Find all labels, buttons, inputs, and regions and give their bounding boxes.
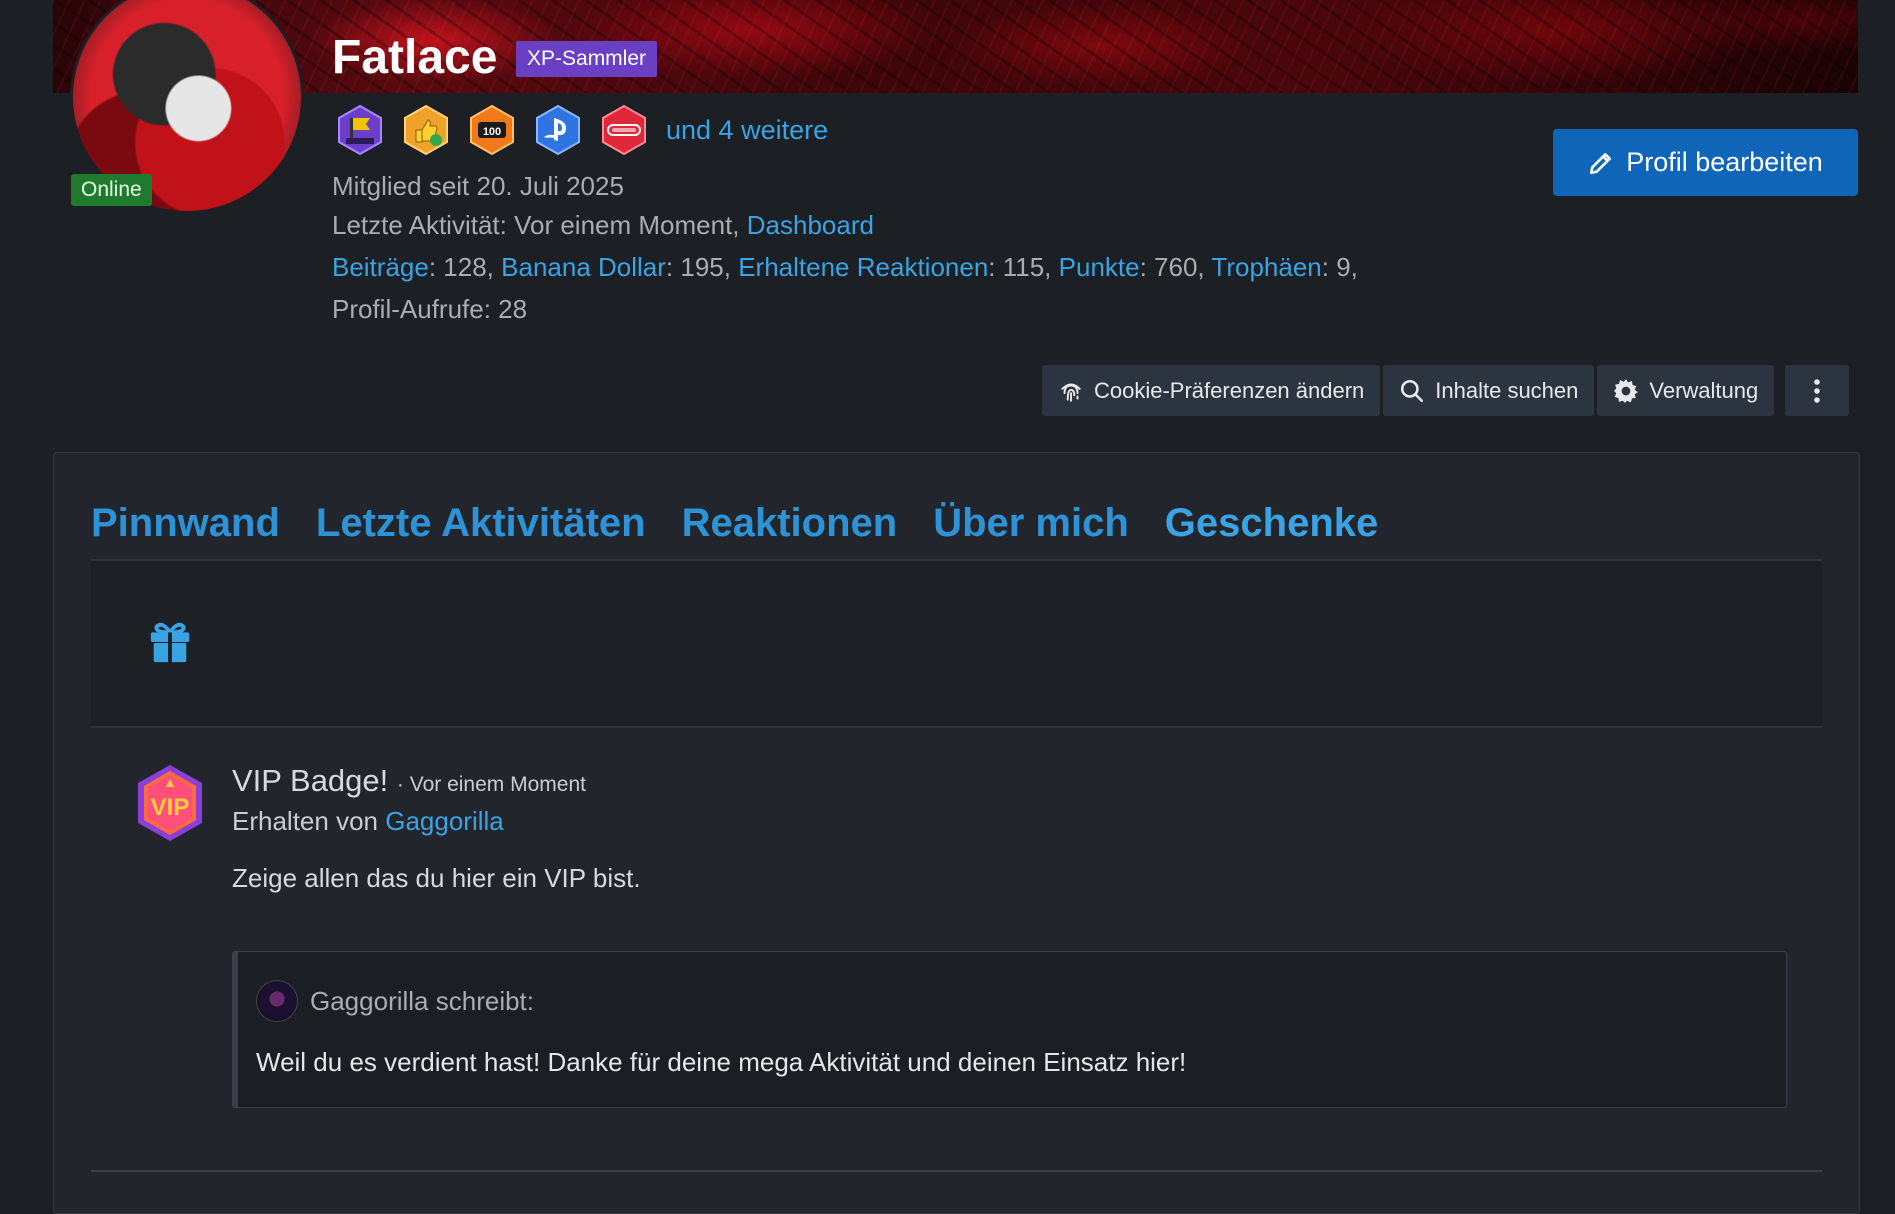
quote-header: Gaggorilla schreibt:	[256, 980, 534, 1022]
cookie-preferences-button[interactable]: Cookie-Präferenzen ändern	[1042, 365, 1381, 416]
pioneer-trophy-icon[interactable]	[334, 104, 386, 156]
more-trophies-link[interactable]: und 4 weitere	[666, 115, 828, 146]
posts-value: : 128,	[428, 252, 494, 282]
gift-message-quote: Gaggorilla schreibt: Weil du es verdient…	[232, 951, 1787, 1108]
100-posts-trophy-icon[interactable]: 100	[466, 104, 518, 156]
svg-text:100: 100	[483, 126, 501, 138]
gift-sender-link[interactable]: Gaggorilla	[385, 806, 504, 836]
points-value: : 760,	[1139, 252, 1205, 282]
playstation-trophy-icon[interactable]	[532, 104, 584, 156]
banana-dollar-link[interactable]: Banana Dollar	[501, 252, 666, 282]
tab-reactions[interactable]: Reaktionen	[682, 501, 898, 563]
search-content-button[interactable]: Inhalte suchen	[1383, 365, 1595, 416]
gift-time: · Vor einem Moment	[396, 773, 586, 796]
profile-action-bar: Cookie-Präferenzen ändern Inhalte suchen…	[1042, 365, 1850, 416]
trophies-link[interactable]: Trophäen	[1211, 252, 1321, 282]
gift-sender-line: Erhalten von Gaggorilla	[232, 806, 504, 837]
gift-icon[interactable]	[147, 619, 193, 665]
search-icon	[1401, 379, 1424, 402]
last-activity-label: Letzte Aktivität: Vor einem Moment,	[332, 210, 740, 240]
tab-wall[interactable]: Pinnwand	[91, 501, 280, 563]
profile-cover-banner	[53, 0, 1858, 93]
edit-profile-button[interactable]: Profil bearbeiten	[1553, 129, 1858, 196]
cookie-preferences-label: Cookie-Präferenzen ändern	[1094, 377, 1365, 403]
pencil-icon	[1590, 152, 1612, 174]
thumbs-up-100-trophy-icon[interactable]	[400, 104, 452, 156]
gear-icon	[1614, 378, 1639, 403]
gift-from-label: Erhalten von	[232, 806, 378, 836]
vertical-ellipsis-icon	[1814, 378, 1821, 403]
search-content-label: Inhalte suchen	[1435, 377, 1579, 403]
last-activity: Letzte Aktivität: Vor einem Moment, Dash…	[332, 210, 874, 241]
more-options-button[interactable]	[1785, 365, 1850, 416]
profile-username: Fatlace	[332, 31, 498, 84]
edit-profile-label: Profil bearbeiten	[1626, 147, 1823, 177]
svg-text:VIP: VIP	[151, 794, 190, 821]
profile-views: Profil-Aufrufe: 28	[332, 294, 528, 324]
entry-divider	[91, 1170, 1822, 1172]
profile-tabs: Pinnwand Letzte Aktivitäten Reaktionen Ü…	[91, 501, 1379, 563]
online-status-badge: Online	[71, 174, 152, 206]
quote-author-avatar[interactable]	[256, 980, 298, 1022]
fingerprint-icon	[1061, 383, 1081, 402]
nintendo-trophy-icon[interactable]	[598, 104, 650, 156]
quote-text: Weil du es verdient hast! Danke für dein…	[256, 1047, 1187, 1077]
vip-badge-icon: VIP	[138, 765, 202, 841]
member-since: Mitglied seit 20. Juli 2025	[332, 171, 624, 201]
trophies-value: : 9,	[1321, 252, 1358, 282]
administration-label: Verwaltung	[1649, 377, 1759, 403]
tab-gifts[interactable]: Geschenke	[1164, 501, 1379, 563]
tab-recent-activity[interactable]: Letzte Aktivitäten	[316, 501, 646, 563]
banana-dollar-value: : 195,	[665, 252, 731, 282]
points-link[interactable]: Punkte	[1059, 252, 1140, 282]
tab-about[interactable]: Über mich	[933, 501, 1129, 563]
gift-send-area	[91, 561, 1822, 728]
profile-content-panel: Pinnwand Letzte Aktivitäten Reaktionen Ü…	[53, 452, 1860, 1214]
profile-stats: Beiträge: 128, Banana Dollar: 195, Erhal…	[332, 252, 1358, 283]
quote-author: Gaggorilla schreibt:	[310, 985, 534, 1016]
gift-title: VIP Badge!	[232, 763, 389, 798]
reactions-value: : 115,	[988, 252, 1052, 282]
reactions-link[interactable]: Erhaltene Reaktionen	[738, 252, 988, 282]
last-activity-dashboard-link[interactable]: Dashboard	[747, 210, 874, 240]
gift-entry-title: VIP Badge! · Vor einem Moment	[232, 763, 586, 799]
gift-description: Zeige allen das du hier ein VIP bist.	[232, 863, 641, 893]
posts-link[interactable]: Beiträge	[332, 252, 429, 282]
trophy-list: 100 und 4 weitere	[334, 102, 828, 158]
user-rank-badge: XP-Sammler	[516, 41, 658, 77]
administration-button[interactable]: Verwaltung	[1597, 365, 1775, 416]
